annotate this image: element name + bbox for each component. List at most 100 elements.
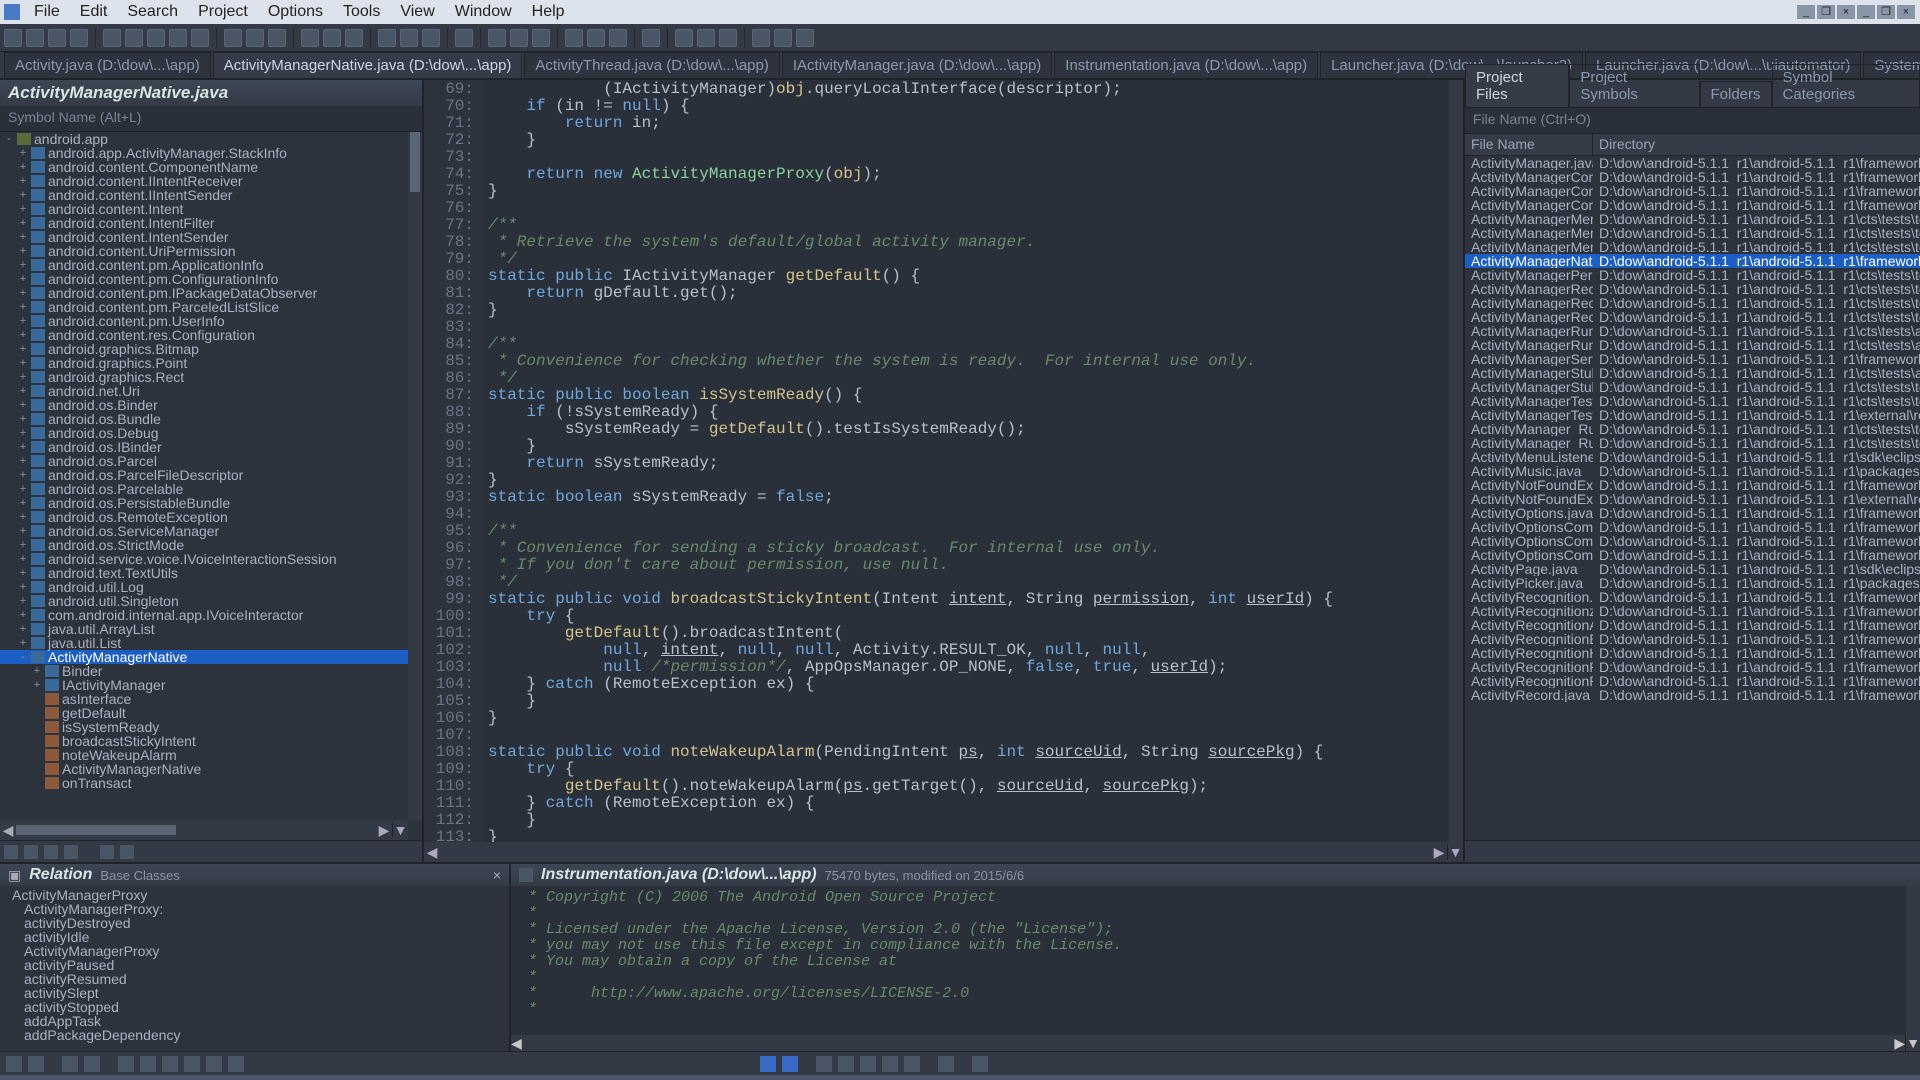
tool-icon[interactable] <box>882 1056 898 1072</box>
tree-row[interactable]: getDefault <box>0 706 422 720</box>
editor-hscroll[interactable]: ◀▶▼ <box>424 842 1463 862</box>
toolbar-button[interactable] <box>697 29 715 47</box>
toolbar-button[interactable] <box>26 29 44 47</box>
tree-row[interactable]: +android.util.Log <box>0 580 422 594</box>
file-row[interactable]: ActivityManagerRunnD:\dow\android-5.1.1_… <box>1465 338 1920 352</box>
file-row[interactable]: ActivityRecognitionPrD:\dow\android-5.1.… <box>1465 674 1920 688</box>
tree-row[interactable]: -android.app <box>0 132 422 146</box>
forward-icon[interactable] <box>782 1056 798 1072</box>
tool-icon[interactable] <box>62 1056 78 1072</box>
tool-icon[interactable] <box>4 845 18 859</box>
file-row[interactable]: ActivityRecognitionzD:\dow\android-5.1.1… <box>1465 604 1920 618</box>
tree-hscroll[interactable]: ◀▶▼ <box>0 820 408 840</box>
toolbar-button[interactable] <box>169 29 187 47</box>
tool-icon[interactable] <box>118 1056 134 1072</box>
toolbar-button[interactable] <box>675 29 693 47</box>
file-row[interactable]: ActivityManagerStubD:\dow\android-5.1.1_… <box>1465 380 1920 394</box>
file-row[interactable]: ActivityManagerMemD:\dow\android-5.1.1_r… <box>1465 240 1920 254</box>
minimize-button[interactable]: _ <box>1797 5 1815 19</box>
editor-vscroll[interactable] <box>1449 80 1463 842</box>
tool-icon[interactable] <box>44 845 58 859</box>
preview-content[interactable]: * Copyright (C) 2006 The Android Open So… <box>511 886 1920 1035</box>
relation-item[interactable]: ActivityManagerProxy: <box>4 902 505 916</box>
symbol-tree[interactable]: -android.app+android.app.ActivityManager… <box>0 132 422 840</box>
menu-window[interactable]: Window <box>445 3 522 21</box>
file-row[interactable]: ActivityOptionsCompD:\dow\android-5.1.1_… <box>1465 548 1920 562</box>
tree-row[interactable]: +android.os.StrictMode <box>0 538 422 552</box>
tree-row[interactable]: +android.util.Singleton <box>0 594 422 608</box>
toolbar-button[interactable] <box>125 29 143 47</box>
symbol-search-input[interactable]: Symbol Name (Alt+L) <box>0 106 422 132</box>
toolbar-button[interactable] <box>4 29 22 47</box>
menu-search[interactable]: Search <box>117 3 188 21</box>
tree-row[interactable]: +android.os.RemoteException <box>0 510 422 524</box>
tool-icon[interactable] <box>84 1056 100 1072</box>
file-row[interactable]: ActivityManagerNativD:\dow\android-5.1.1… <box>1465 254 1920 268</box>
menu-view[interactable]: View <box>390 3 444 21</box>
file-row[interactable]: ActivityPage.javaD:\dow\android-5.1.1_r1… <box>1465 562 1920 576</box>
file-row[interactable]: ActivityPicker.javaD:\dow\android-5.1.1_… <box>1465 576 1920 590</box>
document-tab[interactable]: ActivityManagerNative.java (D:\dow\...\a… <box>213 52 523 78</box>
gear-icon[interactable] <box>120 845 134 859</box>
tree-row[interactable]: +android.os.Parcel <box>0 454 422 468</box>
file-row[interactable]: ActivityManagerCompD:\dow\android-5.1.1_… <box>1465 198 1920 212</box>
toolbar-button[interactable] <box>268 29 286 47</box>
tree-row[interactable]: +android.content.pm.UserInfo <box>0 314 422 328</box>
project-tab[interactable]: Project Symbols <box>1569 64 1699 107</box>
tree-row[interactable]: +android.os.PersistableBundle <box>0 496 422 510</box>
project-tab[interactable]: Folders <box>1700 81 1772 107</box>
relation-item[interactable]: activityDestroyed <box>4 916 505 930</box>
tree-row[interactable]: +android.content.IntentSender <box>0 230 422 244</box>
toolbar-button[interactable] <box>488 29 506 47</box>
file-row[interactable]: ActivityNotFoundExceD:\dow\android-5.1.1… <box>1465 492 1920 506</box>
tree-row[interactable]: +android.content.IntentFilter <box>0 216 422 230</box>
tree-row[interactable]: +android.content.IIntentReceiver <box>0 174 422 188</box>
toolbar-button[interactable] <box>400 29 418 47</box>
tool-icon[interactable] <box>140 1056 156 1072</box>
toolbar-button[interactable] <box>48 29 66 47</box>
document-tab[interactable]: ActivityThread.java (D:\dow\...\app) <box>524 52 779 78</box>
toolbar-button[interactable] <box>752 29 770 47</box>
tree-row[interactable]: +java.util.ArrayList <box>0 622 422 636</box>
file-row[interactable]: ActivityRecognitionEvD:\dow\android-5.1.… <box>1465 632 1920 646</box>
toolbar-button[interactable] <box>510 29 528 47</box>
file-row[interactable]: ActivityOptions.javaD:\dow\android-5.1.1… <box>1465 506 1920 520</box>
relation-item[interactable]: activityIdle <box>4 930 505 944</box>
menu-tools[interactable]: Tools <box>333 3 390 21</box>
tree-row[interactable]: ActivityManagerNative <box>0 762 422 776</box>
tree-row[interactable]: isSystemReady <box>0 720 422 734</box>
tree-row[interactable]: +android.content.Intent <box>0 202 422 216</box>
relation-item[interactable]: addPackageDependency <box>4 1028 505 1042</box>
toolbar-button[interactable] <box>246 29 264 47</box>
toolbar-button[interactable] <box>378 29 396 47</box>
file-row[interactable]: ActivityManagerMemD:\dow\android-5.1.1_r… <box>1465 212 1920 226</box>
file-row[interactable]: ActivityManager_RunD:\dow\android-5.1.1_… <box>1465 436 1920 450</box>
close-child-button[interactable]: × <box>1897 5 1915 19</box>
relation-item[interactable]: activityResumed <box>4 972 505 986</box>
tree-row[interactable]: +android.os.IBinder <box>0 440 422 454</box>
file-row[interactable]: ActivityRecognitionApD:\dow\android-5.1.… <box>1465 618 1920 632</box>
close-icon[interactable]: × <box>493 867 501 883</box>
toolbar-button[interactable] <box>587 29 605 47</box>
toolbar-button[interactable] <box>774 29 792 47</box>
toolbar-button[interactable] <box>532 29 550 47</box>
tree-row[interactable]: +android.graphics.Bitmap <box>0 342 422 356</box>
gear-icon[interactable] <box>972 1056 988 1072</box>
preview-hscroll[interactable]: ◀▶▼ <box>511 1035 1920 1051</box>
tool-icon[interactable] <box>938 1056 954 1072</box>
tree-row[interactable]: +android.content.pm.IPackageDataObserver <box>0 286 422 300</box>
tool-icon[interactable] <box>184 1056 200 1072</box>
relation-item[interactable]: ActivityManagerProxy <box>4 944 505 958</box>
col-directory[interactable]: Directory <box>1593 134 1920 155</box>
tree-row[interactable]: +android.app.ActivityManager.StackInfo <box>0 146 422 160</box>
tree-row[interactable]: noteWakeupAlarm <box>0 748 422 762</box>
toolbar-button[interactable] <box>301 29 319 47</box>
file-row[interactable]: ActivityRecognition.htD:\dow\android-5.1… <box>1465 590 1920 604</box>
toolbar-button[interactable] <box>323 29 341 47</box>
code-editor[interactable]: 69: 70: 71: 72: 73: 74: 75: 76: 77: 78: … <box>424 80 1463 842</box>
tool-icon[interactable] <box>28 1056 44 1072</box>
tree-row[interactable]: +java.util.List <box>0 636 422 650</box>
tree-row[interactable]: +android.os.ServiceManager <box>0 524 422 538</box>
tree-row[interactable]: +android.content.pm.ConfigurationInfo <box>0 272 422 286</box>
tool-icon[interactable] <box>816 1056 832 1072</box>
